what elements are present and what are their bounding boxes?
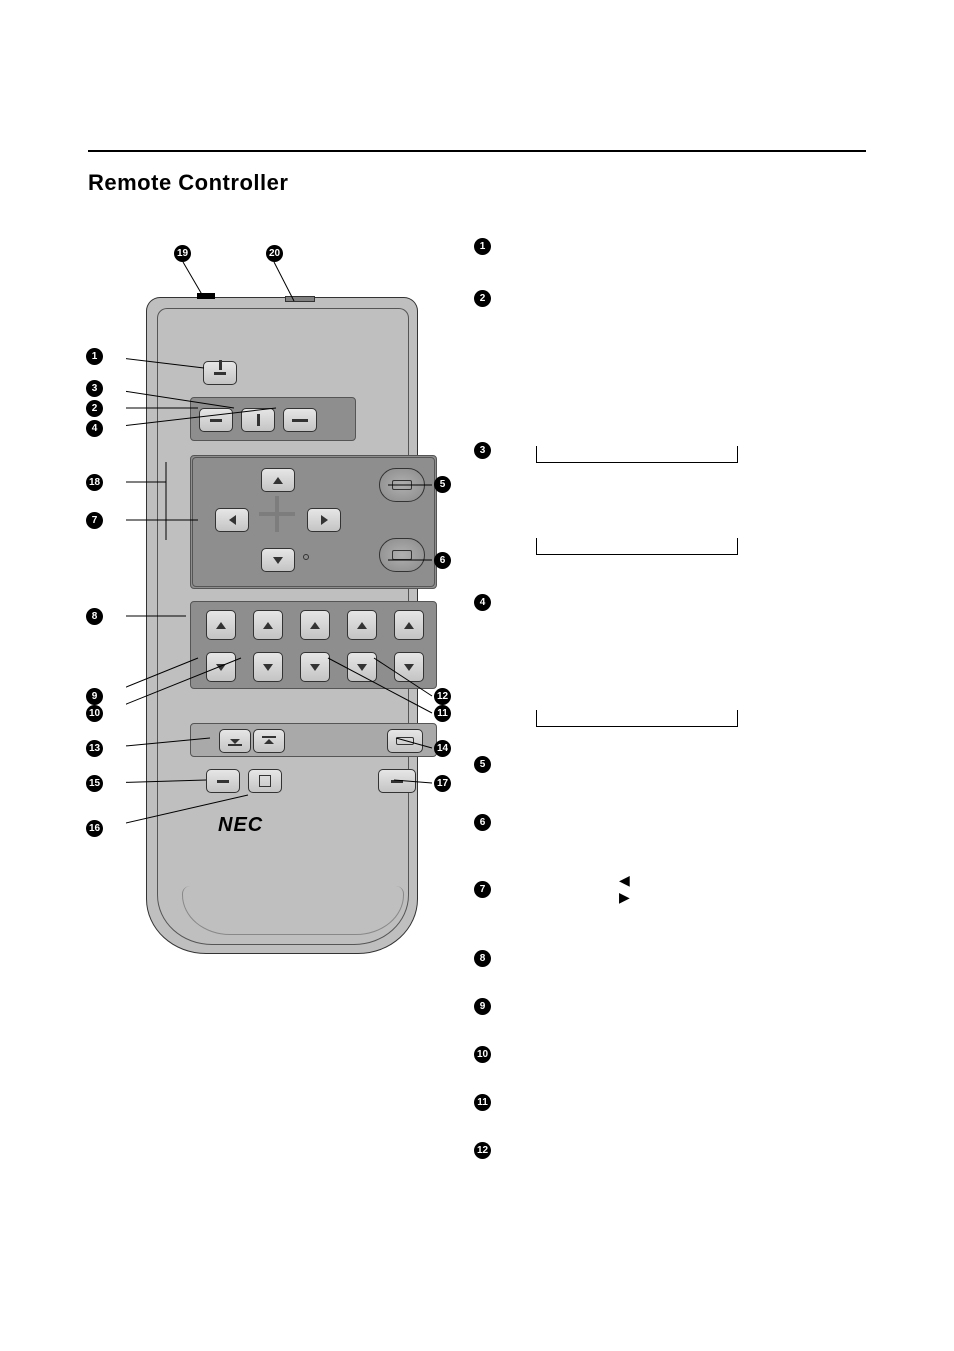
callout-2: 2	[86, 400, 103, 417]
ann-7: 7	[474, 881, 491, 898]
bottom-btn-c[interactable]	[378, 769, 416, 793]
pair4-down[interactable]	[347, 652, 377, 682]
callout-13: 13	[86, 740, 103, 757]
callout-10: 10	[86, 705, 103, 722]
ann-11: 11	[474, 1094, 491, 1111]
btn-row1-b[interactable]	[241, 408, 275, 432]
callout-4: 4	[86, 420, 103, 437]
pair2-up[interactable]	[253, 610, 283, 640]
callout-5: 5	[434, 476, 451, 493]
callout-20: 20	[266, 245, 283, 262]
ann-6: 6	[474, 814, 491, 831]
dpad-cross	[259, 496, 295, 532]
ann-7-glyphs: ◀ ▶	[619, 872, 630, 906]
pair5-down[interactable]	[394, 652, 424, 682]
ann-12: 12	[474, 1142, 491, 1159]
dpad-left[interactable]	[215, 508, 249, 532]
strip-btn-a[interactable]	[219, 729, 251, 753]
callout-17: 17	[434, 775, 451, 792]
remote-diagram: 19 20	[126, 240, 456, 980]
pair1-down[interactable]	[206, 652, 236, 682]
callout-12: 12	[434, 688, 451, 705]
callout-8: 8	[86, 608, 103, 625]
brand-logo: NEC	[218, 814, 263, 837]
callout-1: 1	[86, 348, 103, 365]
callout-15: 15	[86, 775, 103, 792]
callout-6: 6	[434, 552, 451, 569]
strip-btn-c[interactable]	[387, 729, 423, 753]
pair5-up[interactable]	[394, 610, 424, 640]
page: Remote Controller 19 20	[0, 0, 954, 1351]
pair2-down[interactable]	[253, 652, 283, 682]
bottom-btn-a[interactable]	[206, 769, 240, 793]
ir-emitter	[197, 293, 215, 299]
btn-row1-a[interactable]	[199, 408, 233, 432]
callout-11: 11	[434, 705, 451, 722]
callout-18: 18	[86, 474, 103, 491]
dpad-right[interactable]	[307, 508, 341, 532]
btn-round-top[interactable]	[379, 468, 425, 502]
pair3-up[interactable]	[300, 610, 330, 640]
panel-strip	[190, 723, 437, 757]
ann-2: 2	[474, 290, 491, 307]
top-slot	[285, 296, 315, 302]
ann-5: 5	[474, 756, 491, 773]
status-led	[303, 554, 309, 560]
ann-10: 10	[474, 1046, 491, 1063]
callout-16: 16	[86, 820, 103, 837]
pair3-down[interactable]	[300, 652, 330, 682]
note-box-2	[536, 446, 738, 463]
ann-4: 4	[474, 594, 491, 611]
btn-power[interactable]	[203, 361, 237, 385]
bottom-btn-b[interactable]	[248, 769, 282, 793]
btn-row1-c[interactable]	[283, 408, 317, 432]
callout-7: 7	[86, 512, 103, 529]
panel-adjust-pairs	[190, 601, 437, 689]
remote-body: NEC	[146, 297, 418, 954]
panel-top-row	[190, 397, 356, 441]
ann-8: 8	[474, 950, 491, 967]
note-box-4	[536, 710, 738, 727]
panel-dpad	[190, 455, 437, 589]
pair1-up[interactable]	[206, 610, 236, 640]
callout-19: 19	[174, 245, 191, 262]
dpad-up[interactable]	[261, 468, 295, 492]
callout-9: 9	[86, 688, 103, 705]
top-rule	[88, 150, 866, 152]
note-box-3	[536, 538, 738, 555]
battery-door	[182, 886, 404, 935]
ann-9: 9	[474, 998, 491, 1015]
ann-3: 3	[474, 442, 491, 459]
pair4-up[interactable]	[347, 610, 377, 640]
callout-3: 3	[86, 380, 103, 397]
btn-round-bottom[interactable]	[379, 538, 425, 572]
ann-1: 1	[474, 238, 491, 255]
strip-btn-b[interactable]	[253, 729, 285, 753]
dpad-down[interactable]	[261, 548, 295, 572]
callout-14: 14	[434, 740, 451, 757]
page-title: Remote Controller	[88, 170, 288, 196]
